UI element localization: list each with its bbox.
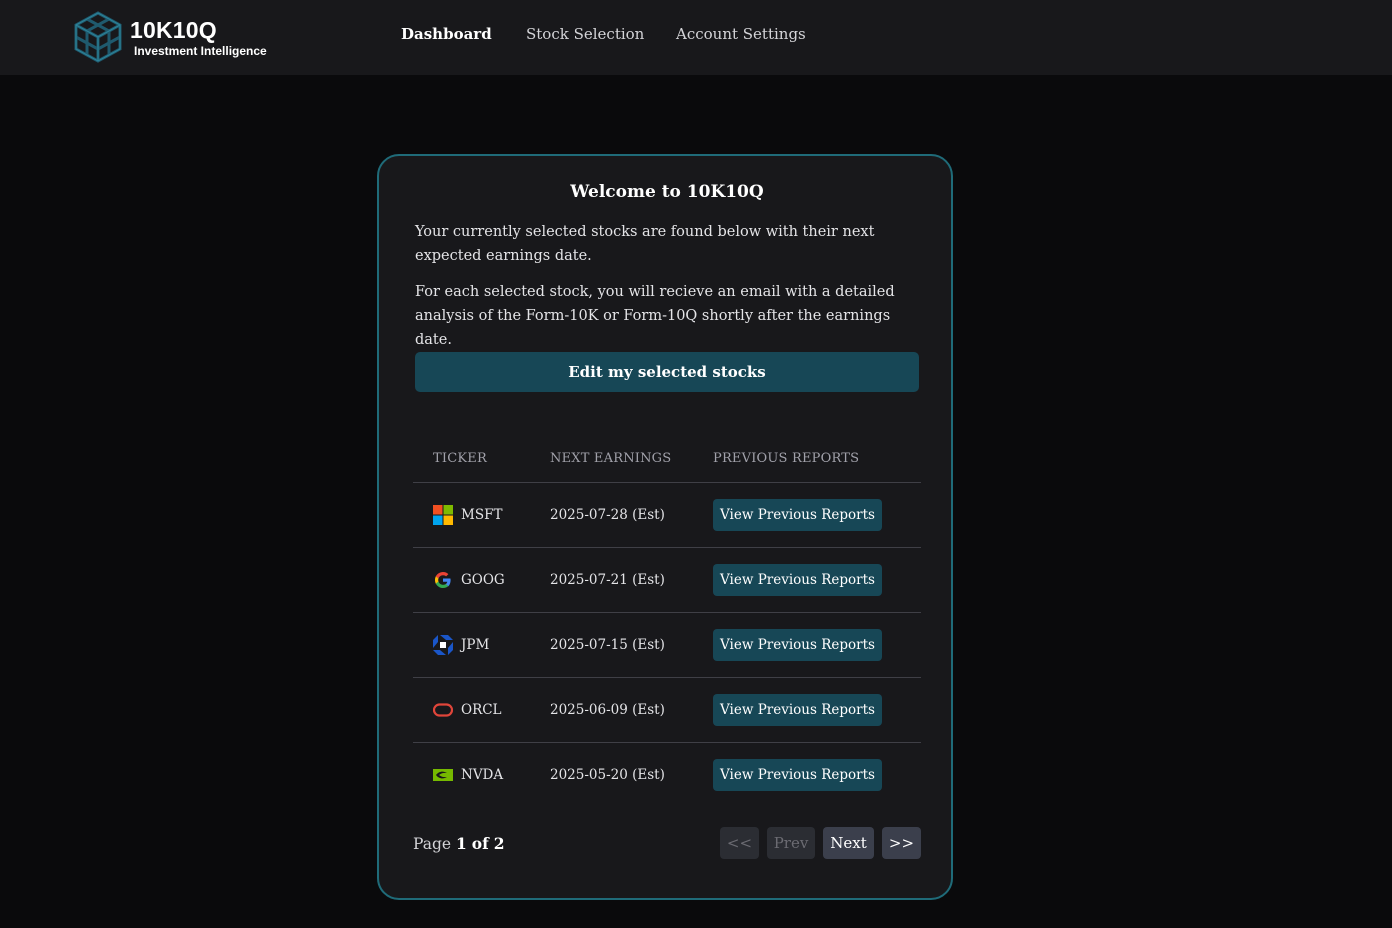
table-row: JPM 2025-07-15 (Est) View Previous Repor… [413,613,921,677]
ticker-symbol: MSFT [461,507,503,523]
first-page-button[interactable]: << [720,827,759,859]
next-earnings-date: 2025-07-28 (Est) [550,507,665,523]
current-page: 1 [456,834,467,853]
view-previous-reports-button[interactable]: View Previous Reports [713,499,882,531]
column-header-next-earnings: NEXT EARNINGS [550,451,672,466]
edit-selected-stocks-button[interactable]: Edit my selected stocks [415,352,919,392]
next-earnings-date: 2025-06-09 (Est) [550,702,665,718]
table-row: NVDA 2025-05-20 (Est) View Previous Repo… [413,743,921,807]
next-page-button[interactable]: Next [823,827,874,859]
last-page-button[interactable]: >> [882,827,921,859]
prev-page-button[interactable]: Prev [767,827,815,859]
nav-dashboard[interactable]: Dashboard [401,25,492,43]
intro-paragraph-2: For each selected stock, you will reciev… [415,284,895,348]
intro-paragraph-1: Your currently selected stocks are found… [415,224,875,264]
microsoft-icon [433,505,453,525]
nav-stock-selection[interactable]: Stock Selection [526,25,644,43]
pagination-status: Page 1 of 2 [413,834,505,853]
table-row: GOOG 2025-07-21 (Est) View Previous Repo… [413,548,921,612]
ticker-symbol: GOOG [461,572,505,588]
pagination-label: Page [413,835,452,853]
welcome-card: Welcome to 10K10Q Your currently selecte… [377,154,953,900]
column-header-ticker: TICKER [433,451,487,466]
view-previous-reports-button[interactable]: View Previous Reports [713,694,882,726]
nav-account-settings[interactable]: Account Settings [676,25,806,43]
view-previous-reports-button[interactable]: View Previous Reports [713,629,882,661]
chase-icon [433,635,453,655]
google-icon [435,572,451,588]
view-previous-reports-button[interactable]: View Previous Reports [713,759,882,791]
next-earnings-date: 2025-07-21 (Est) [550,572,665,588]
column-header-previous-reports: PREVIOUS REPORTS [713,451,860,466]
view-previous-reports-button[interactable]: View Previous Reports [713,564,882,596]
page-title: Welcome to 10K10Q [570,182,764,202]
next-earnings-date: 2025-07-15 (Est) [550,637,665,653]
nvidia-icon [433,769,453,781]
ticker-symbol: NVDA [461,767,504,783]
brand-name[interactable]: 10K10Q [130,17,217,44]
oracle-icon [433,703,453,717]
top-navigation-bar: 10K10Q Investment Intelligence Dashboard… [0,0,1392,75]
table-row: MSFT 2025-07-28 (Est) View Previous Repo… [413,483,921,547]
ticker-symbol: JPM [461,637,490,653]
next-earnings-date: 2025-05-20 (Est) [550,767,665,783]
logo-cube-icon[interactable] [72,11,124,63]
ticker-symbol: ORCL [461,702,502,718]
brand-tagline: Investment Intelligence [134,44,267,58]
table-row: ORCL 2025-06-09 (Est) View Previous Repo… [413,678,921,742]
pagination-of: of [471,834,489,853]
total-pages: 2 [493,834,505,853]
